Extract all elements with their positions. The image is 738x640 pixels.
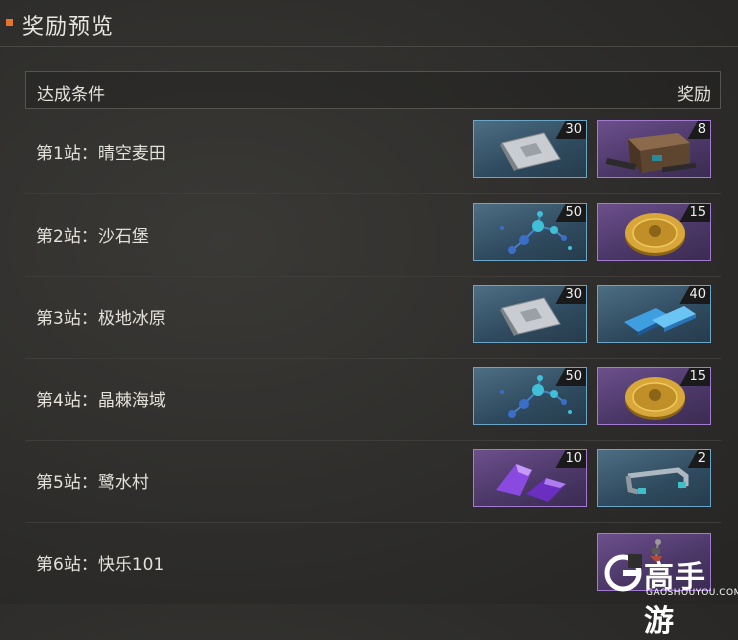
reward-row-4: 第4站：晶棘海域 50 15 xyxy=(25,358,721,441)
reward-slot[interactable]: 8 xyxy=(597,120,711,178)
stage-label: 第1站：晴空麦田 xyxy=(36,144,166,164)
reward-slot[interactable]: 15 xyxy=(597,367,711,425)
reward-slot[interactable]: 2 xyxy=(597,449,711,507)
panel-header: 奖励预览 xyxy=(0,0,738,47)
site-watermark: 高手游 GAOSHOUYOU.COM xyxy=(604,550,738,639)
stage-label: 第6站：快乐101 xyxy=(36,555,165,575)
reward-slot[interactable]: 10 xyxy=(473,449,587,507)
watermark-url: GAOSHOUYOU.COM xyxy=(646,588,738,598)
title-marker xyxy=(6,19,13,26)
reward-row-2: 第2站：沙石堡 50 15 xyxy=(25,194,721,277)
reward-slot[interactable]: 50 xyxy=(473,203,587,261)
reward-slot[interactable]: 30 xyxy=(473,285,587,343)
page-title: 奖励预览 xyxy=(22,15,115,40)
reward-column-header: 奖励 xyxy=(677,85,711,105)
stage-label: 第4站：晶棘海域 xyxy=(36,391,166,411)
reward-row-1: 第1站：晴空麦田 30 8 xyxy=(25,111,721,194)
reward-slot[interactable]: 50 xyxy=(473,367,587,425)
stage-label: 第5站：鹭水村 xyxy=(36,473,149,493)
stage-label: 第3站：极地冰原 xyxy=(36,309,166,329)
stage-label: 第2站：沙石堡 xyxy=(36,227,149,247)
reward-row-5: 第5站：鹭水村 10 2 xyxy=(25,440,721,523)
brand-logo-icon xyxy=(604,554,642,592)
reward-slot[interactable]: 40 xyxy=(597,285,711,343)
reward-slot[interactable]: 30 xyxy=(473,120,587,178)
condition-column-header: 达成条件 xyxy=(37,85,105,105)
reward-slot[interactable]: 15 xyxy=(597,203,711,261)
reward-row-3: 第3站：极地冰原 30 40 xyxy=(25,276,721,359)
table-header: 达成条件 奖励 xyxy=(25,71,721,109)
